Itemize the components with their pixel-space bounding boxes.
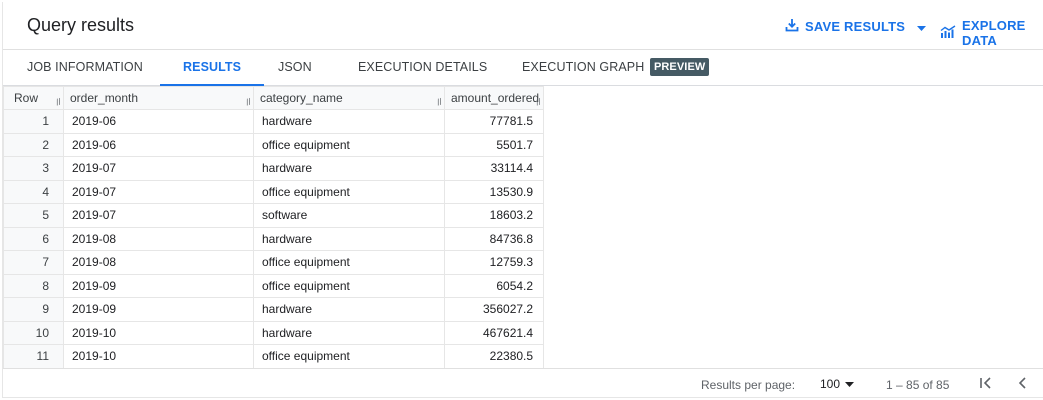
amount-ordered-cell[interactable]: 22380.5 [443, 344, 545, 369]
table-header-row: Row // order_month // category_name // a… [3, 86, 545, 110]
row-number-cell: 2 [3, 132, 64, 157]
table-row: 5 2019-07 software 18603.2 [3, 203, 545, 228]
amount-ordered-cell[interactable]: 33114.4 [443, 156, 545, 181]
table-row: 10 2019-10 hardware 467621.4 [3, 320, 545, 345]
explore-data-button[interactable]: EXPLORE DATA [940, 18, 1043, 48]
results-tabs: JOB INFORMATION RESULTS JSON EXECUTION D… [3, 50, 1043, 86]
first-page-icon[interactable] [979, 375, 993, 394]
pagination-bar: Results per page: 100 1 – 85 of 85 [3, 368, 1043, 398]
tab-json[interactable]: JSON [278, 50, 312, 86]
category-name-cell[interactable]: hardware [253, 156, 445, 181]
row-number-cell: 5 [3, 203, 64, 228]
row-number-cell: 1 [3, 109, 64, 134]
dropdown-caret-icon [917, 19, 932, 34]
category-name-cell[interactable]: hardware [253, 109, 445, 134]
category-name-cell[interactable]: hardware [253, 320, 445, 345]
table-row: 1 2019-06 hardware 77781.5 [3, 109, 545, 134]
category-name-cell[interactable]: office equipment [253, 273, 445, 298]
amount-ordered-cell[interactable]: 18603.2 [443, 203, 545, 228]
row-number-cell: 4 [3, 179, 64, 204]
query-results-panel: Query results SAVE RESULTS EXPLORE DATA … [2, 2, 1043, 398]
table-row: 3 2019-07 hardware 33114.4 [3, 156, 545, 181]
tab-execution-graph-label: EXECUTION GRAPH [522, 60, 645, 74]
column-header-row[interactable]: Row // [3, 86, 64, 110]
amount-ordered-cell[interactable]: 84736.8 [443, 226, 545, 251]
category-name-cell[interactable]: office equipment [253, 250, 445, 275]
category-name-cell[interactable]: software [253, 203, 445, 228]
row-number-cell: 10 [3, 320, 64, 345]
order-month-cell[interactable]: 2019-09 [63, 273, 254, 298]
save-results-button[interactable]: SAVE RESULTS [785, 18, 932, 35]
order-month-cell[interactable]: 2019-08 [63, 226, 254, 251]
results-header: Query results SAVE RESULTS EXPLORE DATA [3, 2, 1043, 50]
chevron-left-icon[interactable] [1017, 375, 1029, 394]
column-resize-icon[interactable]: // [436, 97, 443, 108]
column-resize-icon[interactable]: // [535, 97, 542, 108]
table-row: 11 2019-10 office equipment 22380.5 [3, 344, 545, 369]
save-results-label: SAVE RESULTS [805, 19, 906, 34]
page-range-text: 1 – 85 of 85 [886, 378, 950, 392]
order-month-cell[interactable]: 2019-06 [63, 109, 254, 134]
table-row: 9 2019-09 hardware 356027.2 [3, 297, 545, 322]
preview-badge: PREVIEW [649, 57, 710, 76]
column-header-order-month[interactable]: order_month // [63, 86, 254, 110]
results-per-page-value: 100 [820, 377, 841, 391]
order-month-cell[interactable]: 2019-10 [63, 320, 254, 345]
amount-ordered-cell[interactable]: 13530.9 [443, 179, 545, 204]
table-row: 7 2019-08 office equipment 12759.3 [3, 250, 545, 275]
chart-icon [940, 24, 962, 42]
page-title: Query results [27, 15, 135, 35]
tab-execution-graph[interactable]: EXECUTION GRAPH PREVIEW [522, 50, 710, 86]
order-month-cell[interactable]: 2019-09 [63, 297, 254, 322]
order-month-cell[interactable]: 2019-07 [63, 179, 254, 204]
results-per-page-label: Results per page: [701, 378, 796, 392]
explore-data-label: EXPLORE DATA [962, 18, 1026, 48]
row-number-cell: 6 [3, 226, 64, 251]
results-table: Row // order_month // category_name // a… [3, 86, 545, 369]
amount-ordered-cell[interactable]: 356027.2 [443, 297, 545, 322]
row-number-cell: 3 [3, 156, 64, 181]
row-number-cell: 8 [3, 273, 64, 298]
amount-ordered-cell[interactable]: 5501.7 [443, 132, 545, 157]
order-month-cell[interactable]: 2019-08 [63, 250, 254, 275]
tab-execution-details[interactable]: EXECUTION DETAILS [358, 50, 487, 86]
category-name-cell[interactable]: office equipment [253, 132, 445, 157]
column-resize-icon[interactable]: // [55, 97, 62, 108]
download-icon [785, 18, 805, 35]
table-row: 4 2019-07 office equipment 13530.9 [3, 179, 545, 204]
category-name-cell[interactable]: hardware [253, 297, 445, 322]
tab-job-information[interactable]: JOB INFORMATION [27, 50, 143, 86]
dropdown-caret-icon [845, 379, 855, 390]
tab-results[interactable]: RESULTS [159, 50, 265, 86]
amount-ordered-cell[interactable]: 6054.2 [443, 273, 545, 298]
order-month-cell[interactable]: 2019-10 [63, 344, 254, 369]
column-header-category-name[interactable]: category_name // [253, 86, 445, 110]
results-per-page-select[interactable]: 100 [820, 377, 855, 391]
category-name-cell[interactable]: hardware [253, 226, 445, 251]
amount-ordered-cell[interactable]: 77781.5 [443, 109, 545, 134]
row-number-cell: 7 [3, 250, 64, 275]
row-number-cell: 9 [3, 297, 64, 322]
category-name-cell[interactable]: office equipment [253, 179, 445, 204]
column-header-amount-ordered[interactable]: amount_ordered // [443, 86, 545, 110]
row-number-cell: 11 [3, 344, 64, 369]
column-resize-icon[interactable]: // [245, 97, 252, 108]
amount-ordered-cell[interactable]: 467621.4 [443, 320, 545, 345]
order-month-cell[interactable]: 2019-06 [63, 132, 254, 157]
order-month-cell[interactable]: 2019-07 [63, 156, 254, 181]
table-row: 6 2019-08 hardware 84736.8 [3, 226, 545, 251]
table-row: 2 2019-06 office equipment 5501.7 [3, 132, 545, 157]
table-row: 8 2019-09 office equipment 6054.2 [3, 273, 545, 298]
category-name-cell[interactable]: office equipment [253, 344, 445, 369]
amount-ordered-cell[interactable]: 12759.3 [443, 250, 545, 275]
order-month-cell[interactable]: 2019-07 [63, 203, 254, 228]
